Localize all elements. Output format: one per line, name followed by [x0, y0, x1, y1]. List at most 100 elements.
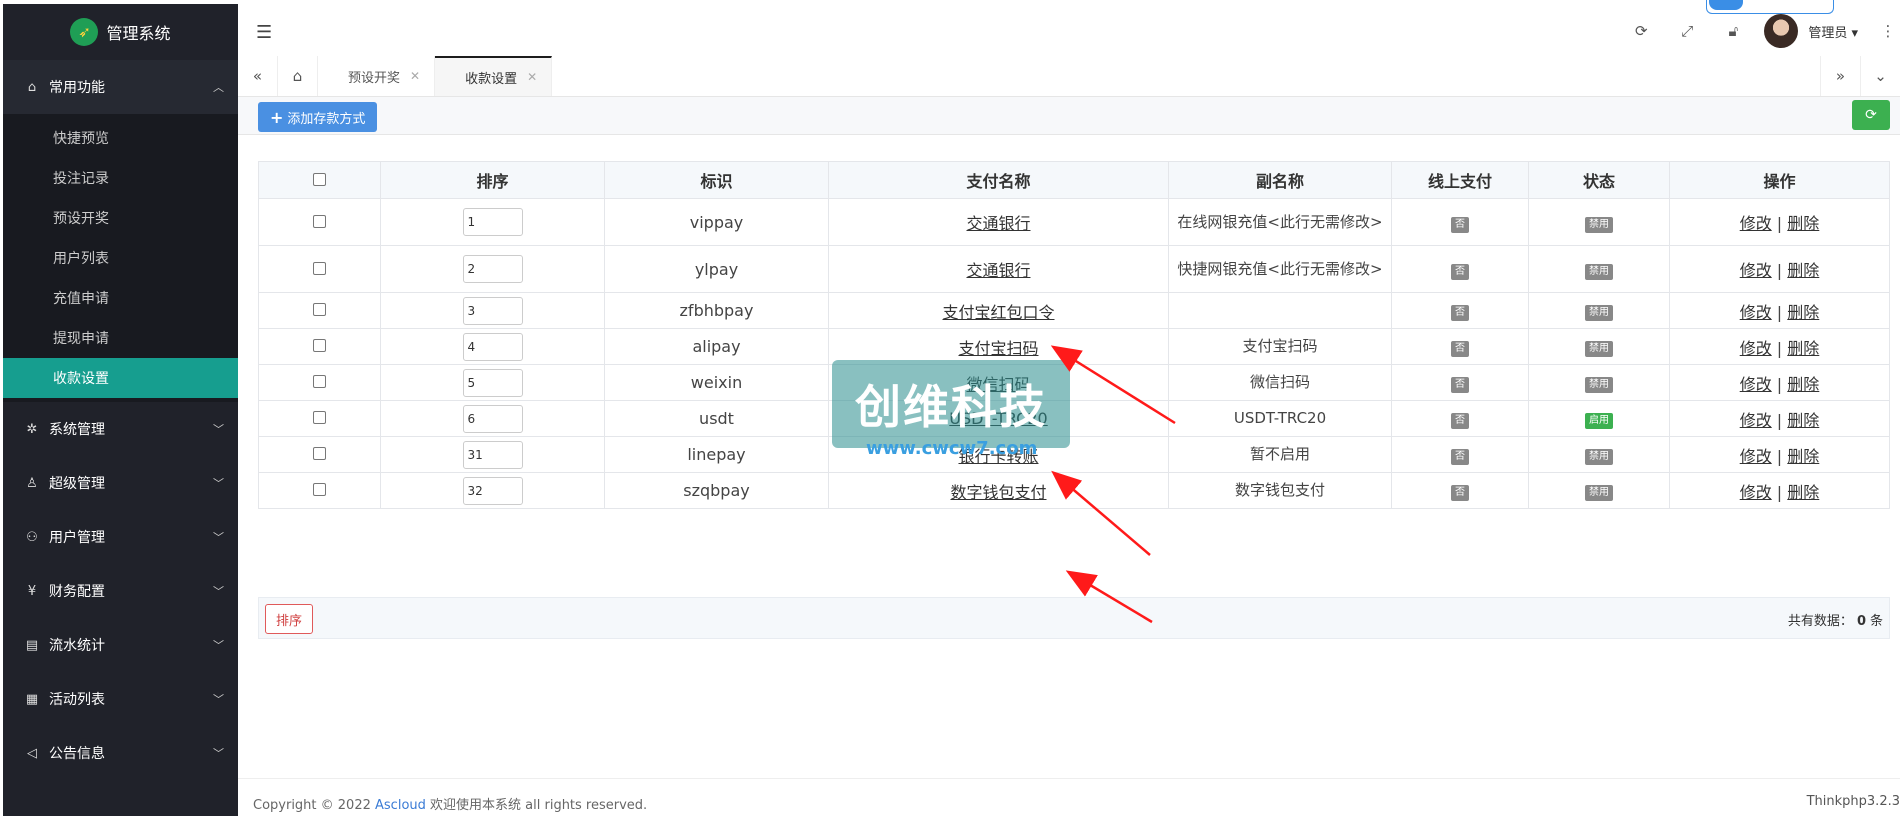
more-vertical-icon[interactable]: ⋮	[1876, 22, 1900, 40]
refresh-icon[interactable]: ⟳	[1618, 22, 1664, 40]
sidebar-item[interactable]: 投注记录	[3, 158, 238, 198]
online-badge[interactable]: 否	[1451, 377, 1469, 393]
status-badge[interactable]: 启用	[1585, 413, 1613, 429]
status-badge[interactable]: 禁用	[1585, 377, 1613, 393]
order-input[interactable]	[462, 404, 523, 433]
sidebar-group[interactable]: ▤ 流水统计 ﹀	[3, 618, 238, 672]
sidebar-item[interactable]: 提现申请	[3, 318, 238, 358]
tab[interactable]: 收款设置 ✕	[435, 56, 553, 96]
order-input[interactable]	[462, 368, 523, 397]
edit-link[interactable]: 修改	[1740, 214, 1772, 233]
tabs-dropdown-icon[interactable]: ⌄	[1860, 56, 1900, 96]
company-link[interactable]: Ascloud	[375, 798, 426, 813]
edit-link[interactable]: 修改	[1740, 375, 1772, 394]
delete-link[interactable]: 删除	[1787, 339, 1819, 358]
col-code[interactable]: 标识	[604, 161, 829, 199]
sidebar-group[interactable]: ♙ 超级管理 ﹀	[3, 456, 238, 510]
col-status[interactable]: 状态	[1528, 161, 1670, 199]
online-badge[interactable]: 否	[1451, 341, 1469, 357]
delete-link[interactable]: 删除	[1787, 303, 1819, 322]
select-all-checkbox[interactable]	[313, 172, 326, 186]
online-badge[interactable]: 否	[1451, 485, 1469, 501]
row-checkbox[interactable]	[313, 483, 326, 496]
status-badge[interactable]: 禁用	[1585, 305, 1613, 321]
order-input[interactable]	[462, 440, 523, 469]
sidebar-group[interactable]: ◁ 公告信息 ﹀	[3, 726, 238, 780]
edit-link[interactable]: 修改	[1740, 303, 1772, 322]
col-order[interactable]: 排序	[380, 161, 605, 199]
order-input[interactable]	[462, 296, 523, 325]
delete-link[interactable]: 删除	[1787, 447, 1819, 466]
sidebar-item[interactable]: 用户列表	[3, 238, 238, 278]
close-icon[interactable]: ✕	[410, 69, 420, 83]
delete-link[interactable]: 删除	[1787, 411, 1819, 430]
sidebar-group[interactable]: ✲ 系统管理 ﹀	[3, 402, 238, 456]
tab[interactable]: 预设开奖 ✕	[318, 56, 436, 96]
actions-cell: 修改 | 删除	[1669, 472, 1890, 509]
edit-link[interactable]: 修改	[1740, 483, 1772, 502]
sort-button[interactable]: 排序	[265, 604, 314, 634]
online-badge[interactable]: 否	[1451, 305, 1469, 321]
menu-toggle-icon[interactable]: ☰	[256, 22, 272, 43]
order-input[interactable]	[462, 255, 523, 283]
col-name[interactable]: 支付名称	[828, 161, 1169, 199]
tabs-scroll-left-icon[interactable]: «	[238, 56, 278, 96]
sidebar-item[interactable]: 收款设置	[3, 358, 238, 398]
status-badge[interactable]: 禁用	[1585, 485, 1613, 501]
actions-cell: 修改 | 删除	[1669, 400, 1890, 437]
order-input[interactable]	[462, 476, 523, 505]
home-tab-icon[interactable]: ⌂	[278, 56, 318, 96]
row-checkbox[interactable]	[313, 339, 326, 352]
payment-name-link[interactable]: 交通银行	[966, 214, 1030, 233]
col-online[interactable]: 线上支付	[1391, 161, 1529, 199]
row-checkbox[interactable]	[313, 303, 326, 316]
online-badge[interactable]: 否	[1451, 216, 1469, 233]
payment-name-link[interactable]: 支付宝红包口令	[942, 303, 1054, 322]
row-checkbox[interactable]	[313, 261, 326, 275]
delete-link[interactable]: 删除	[1787, 483, 1819, 502]
row-checkbox[interactable]	[313, 375, 326, 388]
avatar[interactable]	[1764, 14, 1799, 48]
refresh-table-button[interactable]: ⟳	[1852, 100, 1890, 130]
sidebar-item[interactable]: 快捷预览	[3, 118, 238, 158]
status-badge[interactable]: 禁用	[1585, 341, 1613, 357]
lock-icon[interactable]: 🔓︎	[1710, 22, 1756, 40]
payment-name-link[interactable]: 交通银行	[966, 261, 1030, 280]
online-badge[interactable]: 否	[1451, 263, 1469, 280]
status-badge[interactable]: 禁用	[1585, 216, 1613, 233]
tabs-scroll-right-icon[interactable]: »	[1820, 56, 1860, 96]
edit-link[interactable]: 修改	[1740, 411, 1772, 430]
actions-cell: 修改 | 删除	[1669, 436, 1890, 473]
sidebar-group[interactable]: ⚇ 用户管理 ﹀	[3, 510, 238, 564]
sidebar-group[interactable]: ¥ 财务配置 ﹀	[3, 564, 238, 618]
admin-menu[interactable]: 管理员 ▾	[1808, 22, 1858, 41]
status-badge[interactable]: 禁用	[1585, 263, 1613, 280]
add-payment-method-button[interactable]: + 添加存款方式	[258, 102, 378, 132]
online-badge[interactable]: 否	[1451, 449, 1469, 465]
col-subname[interactable]: 副名称	[1168, 161, 1392, 199]
sidebar-group[interactable]: ▦ 活动列表 ﹀	[3, 672, 238, 726]
edit-link[interactable]: 修改	[1740, 447, 1772, 466]
sidebar-item[interactable]: 预设开奖	[3, 198, 238, 238]
logo[interactable]: ➶ 管理系统	[3, 4, 238, 60]
delete-link[interactable]: 删除	[1787, 214, 1819, 233]
online-badge[interactable]: 否	[1451, 413, 1469, 429]
fullscreen-icon[interactable]: ⤢	[1664, 22, 1710, 40]
edit-link[interactable]: 修改	[1740, 339, 1772, 358]
close-icon[interactable]: ✕	[527, 70, 537, 84]
framework-version: Thinkphp3.2.3	[1806, 794, 1900, 809]
payment-name-link[interactable]: 数字钱包支付	[950, 483, 1046, 502]
sidebar-group[interactable]: ⌂ 常用功能 ︿	[3, 60, 238, 114]
delete-link[interactable]: 删除	[1787, 261, 1819, 280]
row-checkbox[interactable]	[313, 214, 326, 228]
order-input[interactable]	[462, 332, 523, 361]
edit-link[interactable]: 修改	[1740, 261, 1772, 280]
payment-name-link[interactable]: 支付宝扫码	[958, 339, 1038, 358]
status-badge[interactable]: 禁用	[1585, 449, 1613, 465]
sidebar-item[interactable]: 充值申请	[3, 278, 238, 318]
delete-link[interactable]: 删除	[1787, 375, 1819, 394]
row-checkbox[interactable]	[313, 411, 326, 424]
row-checkbox[interactable]	[313, 447, 326, 460]
order-input[interactable]	[462, 208, 523, 236]
status-cell: 禁用	[1528, 328, 1670, 365]
